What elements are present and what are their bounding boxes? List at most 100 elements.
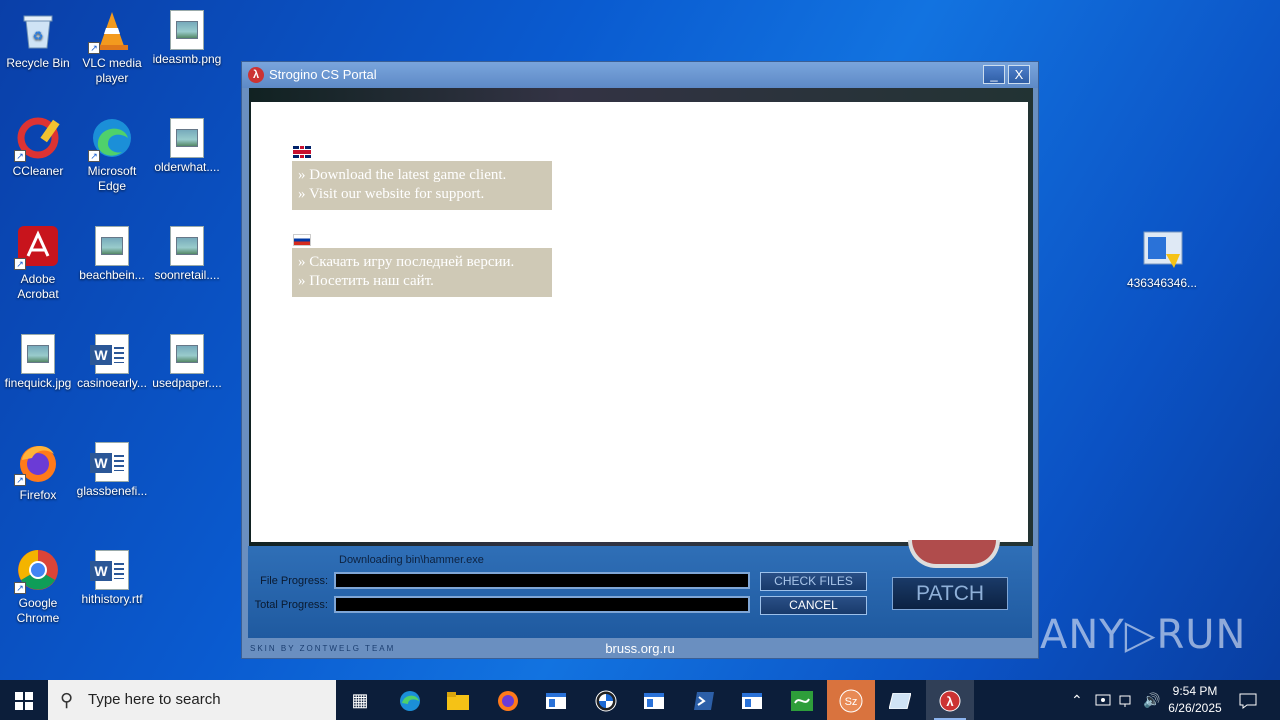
desktop-icon-436346346[interactable]: 4363463​46... [1124, 228, 1200, 291]
svg-text:λ: λ [946, 694, 954, 709]
icon-label: beachbein... [79, 268, 145, 282]
icon-label: casinoearly... [77, 376, 147, 390]
icon-label: soonretail.... [154, 268, 220, 282]
window-app-icon[interactable] [532, 680, 580, 720]
window-app-icon-2[interactable] [630, 680, 678, 720]
windows-logo-icon [15, 691, 33, 710]
taskbar-edge-icon[interactable] [386, 680, 434, 720]
patch-panel: Downloading bin\hammer.exe File Progress… [248, 540, 1032, 638]
firefox-icon: ↗ [14, 440, 60, 486]
desktop-icon-finequick[interactable]: finequick.jpg [0, 332, 76, 391]
icon-label: usedpaper.... [152, 376, 222, 390]
site-link[interactable]: bruss.org.ru [242, 641, 1038, 656]
icon-label: glassbenefi... [76, 484, 148, 498]
clock-time: 9:54 PM [1172, 684, 1218, 698]
start-button[interactable] [0, 680, 48, 720]
bmw-icon[interactable] [582, 680, 630, 720]
shortcut-arrow-icon: ↗ [14, 582, 26, 594]
sz-app-icon[interactable]: Sz [827, 680, 875, 720]
english-links: » Download the latest game client. » Vis… [292, 161, 552, 210]
icon-label: ideasmb.png [152, 52, 222, 66]
icon-label: VLC media player [82, 56, 142, 85]
taskbar-portal-icon[interactable]: λ [926, 680, 974, 720]
desktop-icon-olderwhat[interactable]: olderwhat.... [149, 116, 225, 175]
vlc-cone-icon: ↗ [88, 8, 134, 54]
word-document-icon: W [90, 334, 129, 374]
acrobat-icon: ↗ [14, 224, 60, 270]
patch-button[interactable]: PATCH [892, 577, 1008, 610]
volume-icon[interactable]: 🔊 [1143, 680, 1160, 720]
search-placeholder: Type here to search [88, 691, 221, 708]
total-progress-bar [334, 596, 750, 613]
uk-flag-icon [293, 146, 311, 158]
tray-overflow-icon[interactable]: ⌃ [1071, 680, 1083, 720]
cancel-button[interactable]: CANCEL [760, 596, 867, 615]
icon-label: Google Chrome [16, 596, 60, 625]
application-file-icon [1140, 228, 1184, 272]
desktop-icon-ccleaner[interactable]: ↗ CCleaner [0, 116, 76, 179]
powershell-icon[interactable] [680, 680, 728, 720]
desktop-icon-casinoearly[interactable]: W casinoearly... [74, 332, 150, 391]
desktop-icon-soonretail[interactable]: soonretail.... [149, 224, 225, 283]
taskbar-search-box[interactable]: ⚲ Type here to search [48, 680, 336, 720]
word-document-icon: W [90, 550, 129, 590]
icon-label: Recycle Bin [6, 56, 70, 70]
desktop-icon-chrome[interactable]: ↗ Google Chrome [0, 548, 76, 626]
window-app-icon-3[interactable] [728, 680, 776, 720]
half-life-lambda-icon: λ [248, 67, 264, 83]
russian-links: » Скачать игру последней версии. » Посет… [292, 248, 552, 297]
desktop-icon-edge[interactable]: ↗ Microsoft Edge [74, 116, 150, 194]
link-download-client[interactable]: » Download the latest game client. [298, 166, 546, 185]
svg-text:♻: ♻ [33, 29, 44, 43]
notifications-icon[interactable] [1239, 680, 1257, 720]
desktop-icon-firefox[interactable]: ↗ Firefox [0, 440, 76, 503]
green-app-icon[interactable] [778, 680, 826, 720]
svg-text:Sz: Sz [845, 696, 858, 708]
network-device-icon[interactable] [1095, 680, 1111, 720]
icon-label: hithistory.rtf [81, 592, 143, 606]
tablet-app-icon[interactable] [876, 680, 924, 720]
file-progress-label: File Progress: [260, 575, 328, 587]
icon-label: 4363463​46... [1126, 276, 1198, 290]
link-visit-website-ru[interactable]: » Посетить наш сайт. [298, 272, 546, 291]
portal-window: λ Strogino CS Portal _ X » Download the … [241, 61, 1039, 659]
window-titlebar[interactable]: λ Strogino CS Portal _ X [242, 62, 1038, 88]
close-button[interactable]: X [1008, 65, 1030, 84]
desktop-icon-ideasmb[interactable]: ideasmb.png [149, 8, 225, 67]
recycle-bin-icon: ♻ [16, 8, 60, 52]
network-icon[interactable] [1119, 680, 1135, 720]
taskbar: ⚲ Type here to search ▦ Sz λ ⌃ 🔊 9:54 PM… [0, 680, 1280, 720]
desktop-icon-hithistory[interactable]: W hithistory.rtf [74, 548, 150, 607]
window-title: Strogino CS Portal [269, 67, 377, 82]
shortcut-arrow-icon: ↗ [88, 42, 100, 54]
desktop-icon-glassbenefi[interactable]: W glassbenefi... [74, 440, 150, 499]
file-explorer-icon[interactable] [434, 680, 482, 720]
image-file-icon [170, 226, 204, 266]
image-file-icon [170, 10, 204, 50]
taskbar-clock[interactable]: 9:54 PM 6/26/2025 [1162, 683, 1228, 717]
icon-label: CCleaner [12, 164, 64, 178]
taskbar-firefox-icon[interactable] [484, 680, 532, 720]
desktop-icon-acrobat[interactable]: ↗ Adobe Acrobat [0, 224, 76, 302]
shortcut-arrow-icon: ↗ [14, 150, 26, 162]
link-download-client-ru[interactable]: » Скачать игру последней версии. [298, 253, 546, 272]
icon-label: Microsoft Edge [87, 164, 137, 193]
total-progress-label: Total Progress: [254, 599, 328, 611]
minimize-button[interactable]: _ [983, 65, 1005, 84]
desktop-icon-usedpaper[interactable]: usedpaper.... [149, 332, 225, 391]
chrome-icon: ↗ [14, 548, 60, 594]
shortcut-arrow-icon: ↗ [14, 258, 26, 270]
icon-label: Firefox [19, 488, 57, 502]
russia-flag-icon [293, 234, 311, 246]
desktop-icon-beachbein[interactable]: beachbein... [74, 224, 150, 283]
word-document-icon: W [90, 442, 129, 482]
icon-label: finequick.jpg [4, 376, 72, 390]
window-footer: skin by zontwelg team bruss.org.ru [242, 640, 1038, 660]
link-visit-website[interactable]: » Visit our website for support. [298, 185, 546, 204]
desktop-icon-vlc[interactable]: ↗ VLC media player [74, 8, 150, 86]
task-view-icon[interactable]: ▦ [336, 680, 384, 720]
news-panel: » Download the latest game client. » Vis… [251, 102, 1028, 542]
check-files-button[interactable]: CHECK FILES [760, 572, 867, 591]
file-progress-bar [334, 572, 750, 589]
desktop-icon-recycle-bin[interactable]: ♻ Recycle Bin [0, 8, 76, 71]
